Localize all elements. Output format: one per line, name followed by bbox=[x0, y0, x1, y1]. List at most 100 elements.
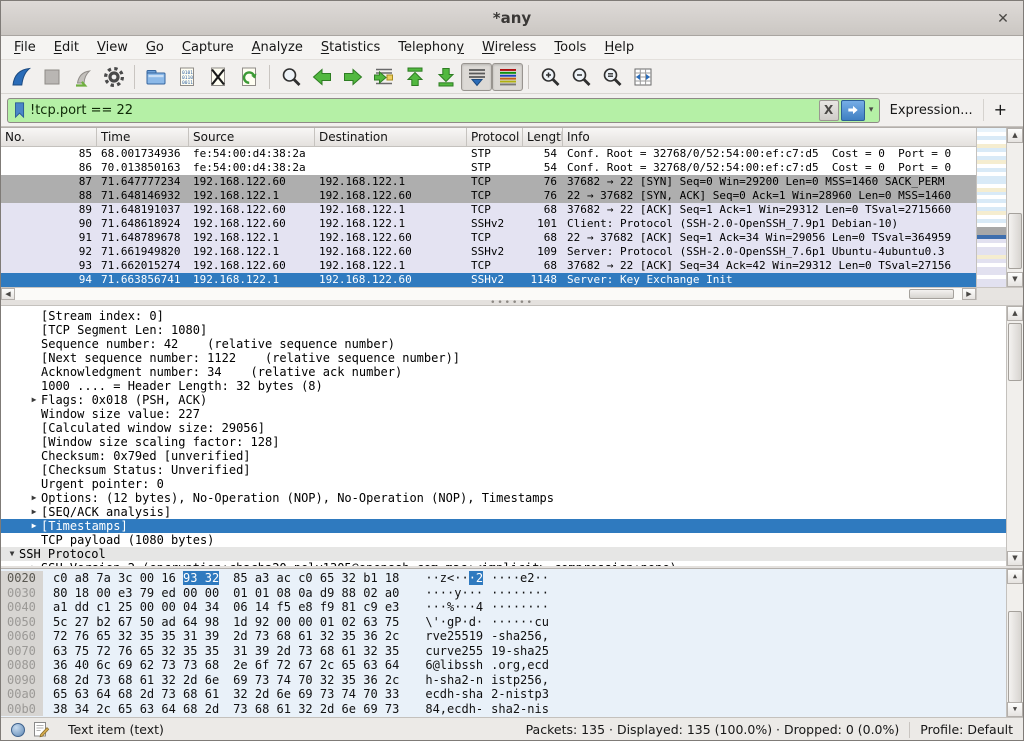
filter-clear-button[interactable]: X bbox=[819, 100, 839, 121]
detail-row[interactable]: Sequence number: 42 (relative sequence n… bbox=[1, 337, 1023, 351]
go-first-button[interactable] bbox=[399, 63, 430, 91]
packet-row-94[interactable]: 9471.663856741192.168.122.1192.168.122.6… bbox=[1, 273, 976, 287]
ascii-2[interactable]: ········ bbox=[491, 600, 549, 615]
packet-row-85[interactable]: 8568.001734936fe:54:00:d4:38:2aSTP54Conf… bbox=[1, 147, 976, 161]
hex-bytes-2[interactable]: 2d 73 68 61 32 35 36 2c bbox=[233, 629, 399, 644]
hex-bytes-1[interactable]: a1 dd c1 25 00 00 04 34 bbox=[53, 600, 219, 615]
hex-bytes-2[interactable]: 85 a3 ac c0 65 32 b1 18 bbox=[233, 571, 399, 586]
hex-bytes-2[interactable]: 73 68 61 32 2d 6e 69 73 bbox=[233, 702, 399, 717]
go-last-button[interactable] bbox=[430, 63, 461, 91]
detail-row[interactable]: Urgent pointer: 0 bbox=[1, 477, 1023, 491]
hex-row-00a0[interactable]: 00a065 63 64 68 2d 73 68 6132 2d 6e 69 7… bbox=[1, 687, 1023, 702]
restart-capture-button[interactable] bbox=[67, 63, 98, 91]
filter-apply-button[interactable] bbox=[841, 100, 865, 121]
packet-row-91[interactable]: 9171.648789678192.168.122.1192.168.122.6… bbox=[1, 231, 976, 245]
detail-row[interactable]: ▶SSH Version 2 (encryption:chacha20-poly… bbox=[1, 561, 1023, 566]
hex-bytes-2[interactable]: 31 39 2d 73 68 61 32 35 bbox=[233, 644, 399, 659]
filter-bookmark-icon[interactable] bbox=[12, 101, 28, 119]
menu-telephony[interactable]: Telephony bbox=[389, 37, 473, 58]
capture-options-button[interactable] bbox=[98, 63, 129, 91]
detail-vscrollbar[interactable]: ▲ ▼ bbox=[1006, 306, 1023, 566]
menu-go[interactable]: Go bbox=[137, 37, 173, 58]
scrollbar-thumb[interactable] bbox=[1008, 213, 1022, 269]
hex-row-00b0[interactable]: 00b038 34 2c 65 63 64 68 2d73 68 61 32 2… bbox=[1, 702, 1023, 717]
ascii-2[interactable]: -sha256, bbox=[491, 629, 549, 644]
ascii-2[interactable]: 19-sha25 bbox=[491, 644, 549, 659]
detail-row[interactable]: Acknowledgment number: 34 (relative ack … bbox=[1, 365, 1023, 379]
hex-bytes-2[interactable]: 2e 6f 72 67 2c 65 63 64 bbox=[233, 658, 399, 673]
capture-comment-icon[interactable] bbox=[33, 721, 50, 738]
packet-row-86[interactable]: 8670.013850163fe:54:00:d4:38:2aSTP54Conf… bbox=[1, 161, 976, 175]
column-header-length[interactable]: Length bbox=[523, 128, 563, 146]
menu-analyze[interactable]: Analyze bbox=[243, 37, 312, 58]
ascii-1[interactable]: ···%···4 bbox=[425, 600, 483, 615]
reload-file-button[interactable] bbox=[233, 63, 264, 91]
hex-bytes-1[interactable]: 38 34 2c 65 63 64 68 2d bbox=[53, 702, 219, 717]
open-file-button[interactable] bbox=[140, 63, 171, 91]
packet-row-90[interactable]: 9071.648618924192.168.122.60192.168.122.… bbox=[1, 217, 976, 231]
find-packet-button[interactable] bbox=[275, 63, 306, 91]
detail-row[interactable]: [Calculated window size: 29056] bbox=[1, 421, 1023, 435]
packet-row-93[interactable]: 9371.662015274192.168.122.60192.168.122.… bbox=[1, 259, 976, 273]
ascii-1[interactable]: ····y··· bbox=[425, 586, 483, 601]
detail-row[interactable]: Window size value: 227 bbox=[1, 407, 1023, 421]
scroll-left-arrow[interactable]: ◀ bbox=[1, 288, 15, 300]
expander-collapsed-icon[interactable]: ▶ bbox=[27, 491, 41, 505]
column-header-no[interactable]: No. bbox=[1, 128, 97, 146]
ascii-2[interactable]: 2-nistp3 bbox=[491, 687, 549, 702]
detail-row[interactable]: 1000 .... = Header Length: 32 bytes (8) bbox=[1, 379, 1023, 393]
hex-bytes-2[interactable]: 01 01 08 0a d9 88 02 a0 bbox=[233, 586, 399, 601]
ascii-2[interactable]: ········ bbox=[491, 586, 549, 601]
go-back-button[interactable] bbox=[306, 63, 337, 91]
hscroll-thumb[interactable] bbox=[909, 289, 954, 299]
hex-row-0090[interactable]: 009068 2d 73 68 61 32 2d 6e69 73 74 70 3… bbox=[1, 673, 1023, 688]
menu-file[interactable]: File bbox=[5, 37, 45, 58]
scroll-up-arrow[interactable]: ▲ bbox=[1007, 569, 1023, 584]
hex-bytes-1[interactable]: 5c 27 b2 67 50 ad 64 98 bbox=[53, 615, 219, 630]
packet-list-minimap[interactable] bbox=[976, 128, 1006, 287]
display-filter-input[interactable] bbox=[28, 100, 819, 121]
hex-row-0070[interactable]: 007063 75 72 76 65 32 35 3531 39 2d 73 6… bbox=[1, 644, 1023, 659]
selected-bytes[interactable]: 93 32 bbox=[183, 571, 219, 585]
hex-row-0020[interactable]: 0020c0 a8 7a 3c 00 16 93 3285 a3 ac c0 6… bbox=[1, 571, 1023, 586]
stop-capture-button[interactable] bbox=[36, 63, 67, 91]
hscroll-track[interactable] bbox=[15, 288, 962, 300]
hex-bytes-1[interactable]: 72 76 65 32 35 35 31 39 bbox=[53, 629, 219, 644]
expander-collapsed-icon[interactable]: ▶ bbox=[27, 505, 41, 519]
menu-edit[interactable]: Edit bbox=[45, 37, 88, 58]
scrollbar-thumb[interactable] bbox=[1008, 611, 1022, 703]
ascii-1[interactable]: h-sha2-n bbox=[425, 673, 483, 688]
scrollbar-thumb[interactable] bbox=[1008, 323, 1022, 381]
expander-expanded-icon[interactable]: ▼ bbox=[5, 547, 19, 561]
zoom-out-button[interactable] bbox=[565, 63, 596, 91]
detail-row[interactable]: ▶Flags: 0x018 (PSH, ACK) bbox=[1, 393, 1023, 407]
menu-capture[interactable]: Capture bbox=[173, 37, 243, 58]
hex-bytes-2[interactable]: 06 14 f5 e8 f9 81 c9 e3 bbox=[233, 600, 399, 615]
close-file-button[interactable] bbox=[202, 63, 233, 91]
expander-collapsed-icon[interactable]: ▶ bbox=[27, 519, 41, 533]
ascii-2[interactable]: istp256, bbox=[491, 673, 549, 688]
packet-row-92[interactable]: 9271.661949820192.168.122.1192.168.122.6… bbox=[1, 245, 976, 259]
hex-bytes-1[interactable]: c0 a8 7a 3c 00 16 93 32 bbox=[53, 571, 219, 586]
ascii-1[interactable]: ··z<···2 bbox=[425, 571, 483, 586]
ascii-2[interactable]: ····e2·· bbox=[491, 571, 549, 586]
ascii-1[interactable]: rve25519 bbox=[425, 629, 483, 644]
ascii-2[interactable]: sha2-nis bbox=[491, 702, 549, 717]
detail-row[interactable]: TCP payload (1080 bytes) bbox=[1, 533, 1023, 547]
detail-row[interactable]: ▶Options: (12 bytes), No-Operation (NOP)… bbox=[1, 491, 1023, 505]
ascii-1[interactable]: 84,ecdh- bbox=[425, 702, 483, 717]
hex-row-0050[interactable]: 00505c 27 b2 67 50 ad 64 981d 92 00 00 0… bbox=[1, 615, 1023, 630]
hex-bytes-1[interactable]: 65 63 64 68 2d 73 68 61 bbox=[53, 687, 219, 702]
menu-help[interactable]: Help bbox=[595, 37, 643, 58]
ascii-1[interactable]: curve255 bbox=[425, 644, 483, 659]
detail-row[interactable]: [TCP Segment Len: 1080] bbox=[1, 323, 1023, 337]
auto-scroll-button[interactable] bbox=[461, 63, 492, 91]
column-header-destination[interactable]: Destination bbox=[315, 128, 467, 146]
menu-view[interactable]: View bbox=[88, 37, 137, 58]
ascii-1[interactable]: 6@libssh bbox=[425, 658, 483, 673]
packet-list-hscrollbar[interactable]: ◀ ▶ bbox=[1, 287, 1023, 300]
scroll-up-arrow[interactable]: ▲ bbox=[1007, 128, 1023, 143]
detail-row[interactable]: [Next sequence number: 1122 (relative se… bbox=[1, 351, 1023, 365]
zoom-in-button[interactable] bbox=[534, 63, 565, 91]
close-window-button[interactable]: ✕ bbox=[992, 8, 1014, 30]
